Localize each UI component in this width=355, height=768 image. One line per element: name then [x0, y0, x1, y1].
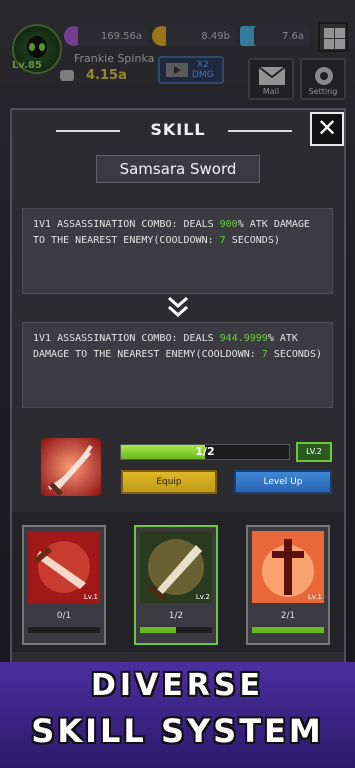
- current-skill-description: 1V1 ASSASSINATION COMBO: DEALS 900% ATK …: [22, 208, 333, 294]
- next-skill-description: 1V1 ASSASSINATION COMBO: DEALS 944.9999%…: [22, 322, 333, 408]
- skill-icon: [41, 438, 101, 496]
- close-icon: ✕: [316, 114, 338, 142]
- banner-title-line-2: SKILL SYSTEM: [31, 712, 324, 750]
- sword-slash-icon: [41, 438, 101, 496]
- title-divider-right: [228, 130, 292, 132]
- skill-card-1[interactable]: Lv.1 0/1: [22, 525, 106, 645]
- panel-title: SKILL: [150, 120, 206, 139]
- skill-card-bar: [28, 627, 100, 633]
- next-damage-value: 944.9999: [219, 333, 268, 344]
- skill-level-badge: LV.2: [296, 442, 332, 462]
- skill-progress-text: 1/2: [195, 445, 215, 458]
- skill-card-2[interactable]: Lv.2 1/2: [134, 525, 218, 645]
- banner-title-line-1: DIVERSE: [91, 668, 264, 703]
- damage-value: 900: [219, 219, 238, 230]
- skill-card-count: 2/1: [280, 611, 296, 621]
- skill-card-bar-fill: [252, 627, 324, 633]
- skill-card-level: Lv.1: [307, 593, 322, 601]
- skill-card-bar: [252, 627, 324, 633]
- skill-card-level: Lv.2: [195, 593, 210, 601]
- chevron-down-icon: [168, 296, 188, 318]
- skill-card-count: 1/2: [168, 611, 184, 621]
- skill-card-bar-fill: [140, 627, 176, 633]
- skill-card-3[interactable]: Lv.1 2/1: [246, 525, 330, 645]
- skill-card-level: Lv.1: [83, 593, 98, 601]
- skill-card-bar: [140, 627, 212, 633]
- skill-card-count: 0/1: [56, 611, 72, 621]
- skill-progress-bar: 1/2: [120, 444, 290, 460]
- skill-name: Samsara Sword: [96, 155, 260, 183]
- close-button[interactable]: ✕: [310, 112, 344, 146]
- equip-button[interactable]: Equip: [121, 470, 217, 494]
- level-up-button[interactable]: Level Up: [234, 470, 332, 494]
